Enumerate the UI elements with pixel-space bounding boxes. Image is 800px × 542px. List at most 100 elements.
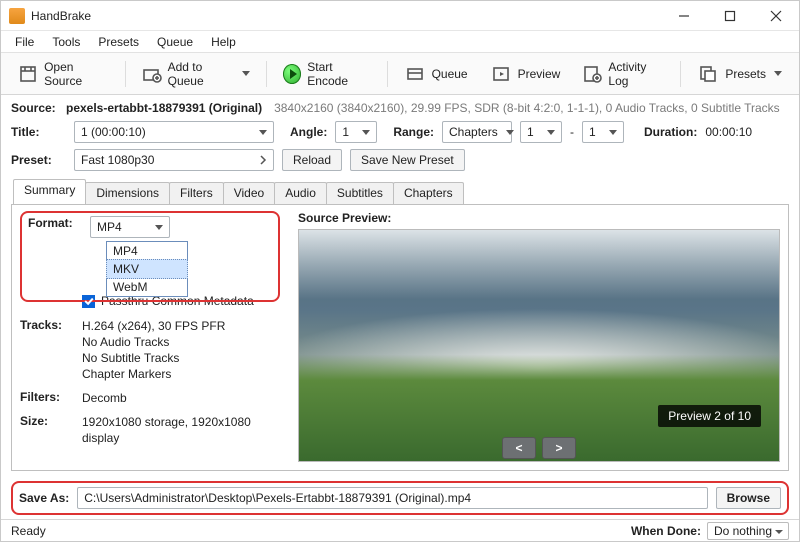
- window-titlebar: HandBrake: [1, 1, 799, 31]
- menu-help[interactable]: Help: [203, 33, 244, 51]
- tab-summary[interactable]: Summary: [13, 179, 86, 204]
- activity-log-icon: [582, 63, 602, 85]
- window-maximize-button[interactable]: [707, 1, 753, 31]
- film-icon: [18, 63, 38, 85]
- format-select[interactable]: MP4: [90, 216, 170, 238]
- title-select[interactable]: 1 (00:00:10): [74, 121, 274, 143]
- tracks-value: H.264 (x264), 30 FPS PFR No Audio Tracks…: [82, 318, 280, 382]
- toolbar: Open Source Add to Queue Start Encode Qu…: [1, 53, 799, 95]
- format-option-mp4[interactable]: MP4: [107, 242, 187, 260]
- toolbar-divider: [266, 61, 267, 87]
- tracks-label: Tracks:: [20, 318, 82, 382]
- add-queue-icon: [142, 63, 162, 85]
- toolbar-preview[interactable]: Preview: [481, 59, 570, 89]
- chevron-down-icon: [362, 130, 370, 135]
- range-from-select[interactable]: 1: [520, 121, 562, 143]
- title-label: Title:: [11, 125, 66, 139]
- tab-dimensions[interactable]: Dimensions: [85, 182, 170, 204]
- tabs: Summary Dimensions Filters Video Audio S…: [11, 179, 789, 205]
- filters-value: Decomb: [82, 390, 280, 406]
- format-option-mkv[interactable]: MKV: [106, 259, 188, 279]
- tab-filters[interactable]: Filters: [169, 182, 224, 204]
- toolbar-divider: [125, 61, 126, 87]
- chevron-right-icon: [259, 154, 267, 166]
- window-minimize-button[interactable]: [661, 1, 707, 31]
- toolbar-queue[interactable]: Queue: [395, 59, 477, 89]
- format-dropdown-list: MP4 MKV WebM: [106, 241, 188, 297]
- preset-select[interactable]: Fast 1080p30: [74, 149, 274, 171]
- chevron-down-icon: [547, 130, 555, 135]
- toolbar-open-source[interactable]: Open Source: [9, 56, 118, 92]
- toolbar-add-to-queue-label: Add to Queue: [168, 60, 234, 88]
- toolbar-start-label: Start Encode: [307, 60, 370, 88]
- status-ready: Ready: [11, 524, 46, 538]
- chevron-down-icon: [155, 225, 163, 230]
- tab-body-summary: Format: MP4 MP4 MKV WebM Passthru Common…: [11, 205, 789, 471]
- toolbar-presets[interactable]: Presets: [688, 59, 791, 89]
- chevron-down-icon: [609, 130, 617, 135]
- format-label: Format:: [28, 216, 90, 238]
- size-value: 1920x1080 storage, 1920x1080 display: [82, 414, 280, 446]
- duration-label: Duration:: [644, 125, 697, 139]
- when-done-select[interactable]: Do nothing: [707, 522, 789, 540]
- menu-presets[interactable]: Presets: [90, 33, 147, 51]
- chevron-down-icon: [506, 130, 514, 135]
- tab-chapters[interactable]: Chapters: [393, 182, 464, 204]
- preset-label: Preset:: [11, 153, 66, 167]
- menu-queue[interactable]: Queue: [149, 33, 201, 51]
- reload-preset-button[interactable]: Reload: [282, 149, 342, 171]
- range-to-select[interactable]: 1: [582, 121, 624, 143]
- tab-subtitles[interactable]: Subtitles: [326, 182, 394, 204]
- toolbar-activity-log[interactable]: Activity Log: [573, 56, 673, 92]
- toolbar-open-source-label: Open Source: [44, 60, 109, 88]
- source-label: Source:: [11, 101, 66, 115]
- filters-label: Filters:: [20, 390, 82, 406]
- angle-label: Angle:: [290, 125, 327, 139]
- menubar: File Tools Presets Queue Help: [1, 31, 799, 53]
- preset-row: Preset: Fast 1080p30 Reload Save New Pre…: [11, 149, 789, 171]
- toolbar-queue-label: Queue: [432, 67, 468, 81]
- toolbar-start-encode[interactable]: Start Encode: [274, 56, 380, 92]
- play-icon: [283, 64, 301, 84]
- status-bar: Ready When Done: Do nothing: [1, 519, 799, 541]
- preview-counter-badge: Preview 2 of 10: [658, 405, 761, 427]
- toolbar-activity-label: Activity Log: [608, 60, 664, 88]
- title-row: Title: 1 (00:00:10) Angle: 1 Range: Chap…: [11, 121, 789, 143]
- save-as-label: Save As:: [19, 491, 69, 505]
- menu-file[interactable]: File: [7, 33, 42, 51]
- tab-audio[interactable]: Audio: [274, 182, 327, 204]
- browse-button[interactable]: Browse: [716, 487, 781, 509]
- chevron-down-icon: [774, 71, 782, 76]
- source-preview-image: Preview 2 of 10 < >: [298, 229, 780, 462]
- window-title: HandBrake: [31, 9, 91, 23]
- toolbar-divider: [680, 61, 681, 87]
- range-type-select[interactable]: Chapters: [442, 121, 512, 143]
- source-meta: 3840x2160 (3840x2160), 29.99 FPS, SDR (8…: [274, 101, 780, 115]
- preview-next-button[interactable]: >: [542, 437, 576, 459]
- save-as-path-input[interactable]: C:\Users\Administrator\Desktop\Pexels-Er…: [77, 487, 707, 509]
- chevron-down-icon: [242, 71, 250, 76]
- toolbar-presets-label: Presets: [725, 67, 766, 81]
- save-as-highlight-area: Save As: C:\Users\Administrator\Desktop\…: [11, 481, 789, 515]
- app-icon: [9, 8, 25, 24]
- source-preview-title: Source Preview:: [298, 211, 780, 225]
- toolbar-preview-label: Preview: [518, 67, 561, 81]
- format-option-webm[interactable]: WebM: [107, 278, 187, 296]
- presets-icon: [697, 63, 719, 85]
- toolbar-add-to-queue[interactable]: Add to Queue: [133, 56, 259, 92]
- window-close-button[interactable]: [753, 1, 799, 31]
- range-separator: -: [570, 125, 574, 139]
- menu-tools[interactable]: Tools: [44, 33, 88, 51]
- queue-icon: [404, 63, 426, 85]
- format-highlight-area: Format: MP4 MP4 MKV WebM: [20, 211, 280, 302]
- save-new-preset-button[interactable]: Save New Preset: [350, 149, 465, 171]
- tab-video[interactable]: Video: [223, 182, 275, 204]
- angle-select[interactable]: 1: [335, 121, 377, 143]
- source-row: Source: pexels-ertabbt-18879391 (Origina…: [11, 101, 789, 115]
- preview-prev-button[interactable]: <: [502, 437, 536, 459]
- range-label: Range:: [393, 125, 434, 139]
- size-label: Size:: [20, 414, 82, 446]
- duration-value: 00:00:10: [705, 125, 752, 139]
- source-name: pexels-ertabbt-18879391 (Original): [66, 101, 262, 115]
- toolbar-divider: [387, 61, 388, 87]
